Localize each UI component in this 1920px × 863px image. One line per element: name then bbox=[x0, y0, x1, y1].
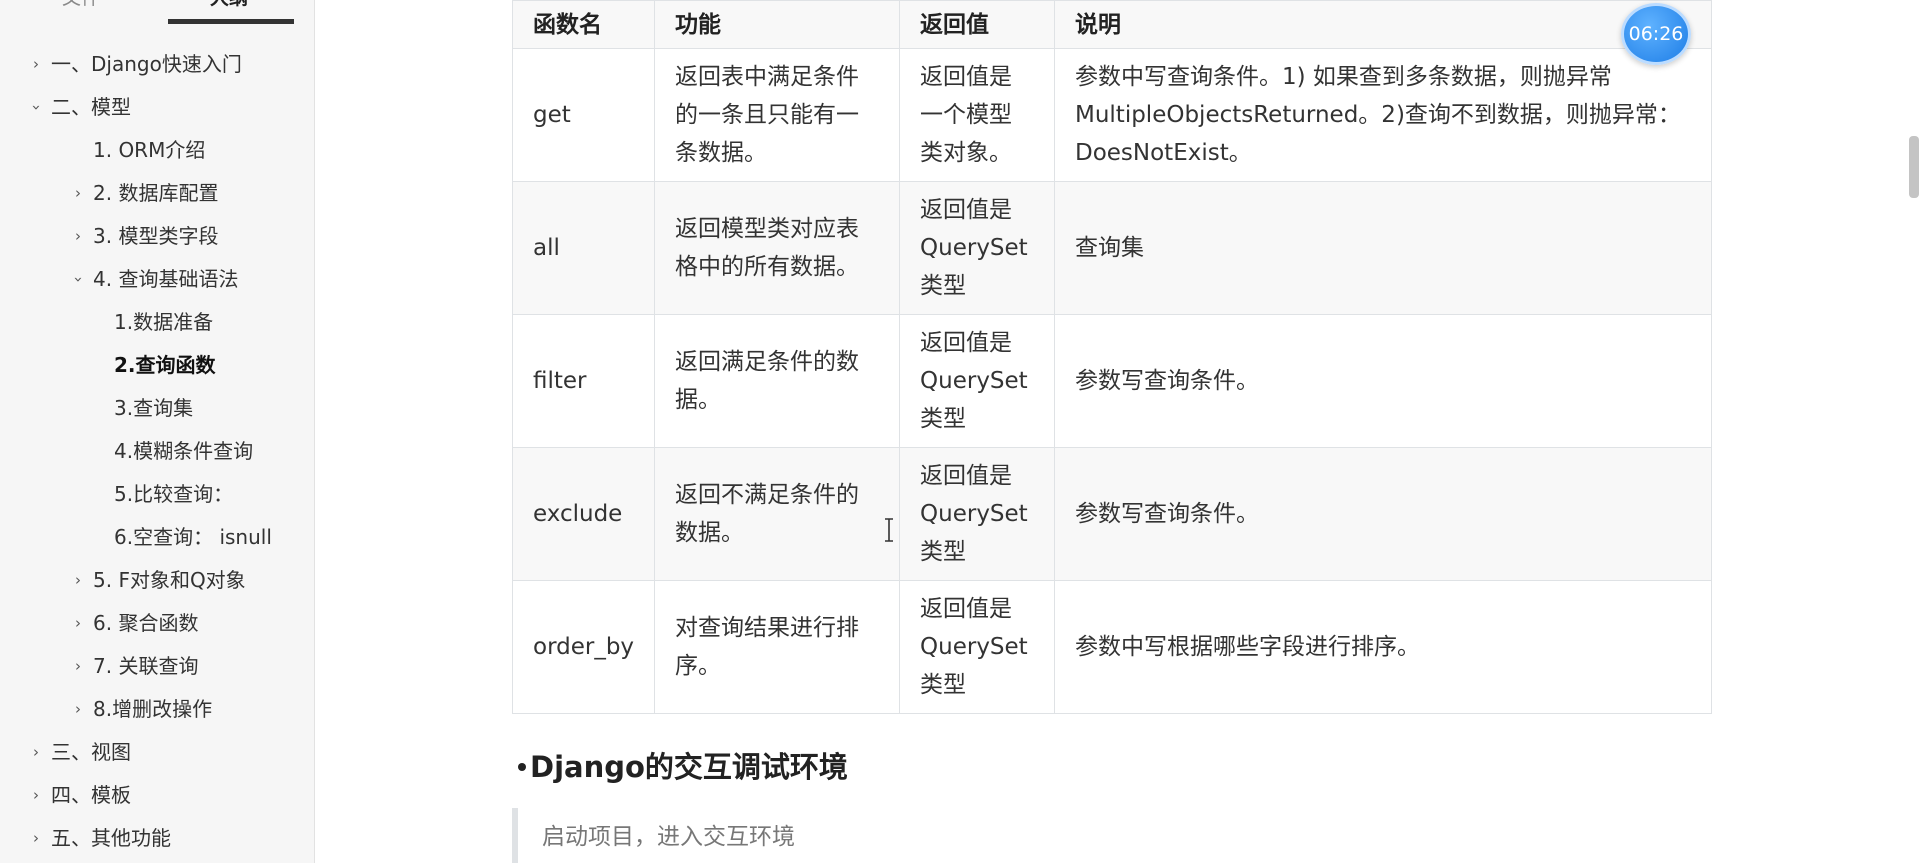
chevron-right-icon[interactable]: › bbox=[29, 817, 43, 860]
outline-item-label: 1.数据准备 bbox=[114, 310, 214, 334]
outline-item-label: 4.模糊条件查询 bbox=[114, 439, 254, 463]
blockquote-text: 启动项目，进入交互环境 bbox=[542, 824, 795, 850]
outline-item-label: 2. 数据库配置 bbox=[93, 181, 219, 205]
section-heading: Django的交互调试环境 bbox=[518, 745, 848, 789]
cell-function-desc[interactable]: 返回模型类对应表格中的所有数据。 bbox=[654, 181, 901, 315]
outline-item-label: 四、模板 bbox=[51, 783, 131, 807]
outline-item[interactable]: › 6. 聚合函数 bbox=[0, 602, 314, 645]
outline-item[interactable]: › 五、其他功能 bbox=[0, 817, 314, 860]
outline-item[interactable]: 5.比较查询： bbox=[0, 473, 314, 516]
cell-return-value[interactable]: 返回值是QuerySet类型 bbox=[899, 314, 1055, 448]
outline-item[interactable]: › 7. 关联查询 bbox=[0, 645, 314, 688]
outline-item-label: 8.增删改操作 bbox=[93, 697, 213, 721]
table-row: get 返回表中满足条件的一条且只能有一条数据。 返回值是一个模型类对象。 参数… bbox=[511, 48, 1713, 182]
sidebar-tabs: 文件 大纲 bbox=[0, 0, 314, 24]
cell-notes[interactable]: 参数写查询条件。 bbox=[1053, 447, 1713, 581]
outline-item-label: 6. 聚合函数 bbox=[93, 611, 199, 635]
cell-return-value[interactable]: 返回值是QuerySet类型 bbox=[899, 447, 1055, 581]
header-cell: 函数名 bbox=[511, 0, 656, 49]
chevron-right-icon[interactable]: › bbox=[29, 43, 43, 86]
outline-item-label: 7. 关联查询 bbox=[93, 654, 199, 678]
outline-item-label: 一、Django快速入门 bbox=[51, 52, 242, 76]
chevron-right-icon[interactable]: › bbox=[71, 559, 85, 602]
cell-return-value[interactable]: 返回值是QuerySet类型 bbox=[899, 580, 1055, 714]
outline-item[interactable]: › 5. F对象和Q对象 bbox=[0, 559, 314, 602]
chevron-right-icon[interactable]: › bbox=[71, 688, 85, 731]
outline-item[interactable]: › 四、模板 bbox=[0, 774, 314, 817]
scrollbar-thumb[interactable] bbox=[1909, 136, 1919, 198]
outline-item[interactable]: 1.数据准备 bbox=[0, 301, 314, 344]
outline-item-label: 3.查询集 bbox=[114, 396, 194, 420]
section-heading-text: Django的交互调试环境 bbox=[530, 750, 848, 784]
outline-item-label: 2.查询函数 bbox=[114, 353, 216, 377]
outline-item[interactable]: 3.查询集 bbox=[0, 387, 314, 430]
outline-item[interactable]: 1. ORM介绍 bbox=[0, 129, 314, 172]
outline-item[interactable]: › 二、模型 bbox=[0, 86, 314, 129]
chevron-right-icon[interactable]: › bbox=[29, 774, 43, 817]
query-functions-table: 函数名 功能 返回值 说明 get 返回表中满足条件的一条且只能有一条数据。 返… bbox=[511, 0, 1713, 714]
table-row: filter 返回满足条件的数据。 返回值是QuerySet类型 参数写查询条件… bbox=[511, 314, 1713, 448]
tab-outline[interactable]: 大纲 bbox=[210, 0, 248, 10]
tab-files[interactable]: 文件 bbox=[62, 0, 100, 10]
cell-function-name[interactable]: all bbox=[511, 181, 656, 315]
header-cell: 功能 bbox=[654, 0, 901, 49]
outline-item-label: 4. 查询基础语法 bbox=[93, 267, 239, 291]
table-row: order_by 对查询结果进行排序。 返回值是QuerySet类型 参数中写根… bbox=[511, 580, 1713, 714]
outline-item-label: 五、其他功能 bbox=[51, 826, 171, 850]
cell-function-desc[interactable]: 对查询结果进行排序。 bbox=[654, 580, 901, 714]
bullet-icon bbox=[518, 763, 526, 771]
app-window: 文件 大纲 › 一、Django快速入门 › 二、模型 1. ORM介绍 › 2… bbox=[0, 0, 1920, 863]
outline-item[interactable]: 6.空查询： isnull bbox=[0, 516, 314, 559]
table-row: exclude 返回不满足条件的数据。 返回值是QuerySet类型 参数写查询… bbox=[511, 447, 1713, 581]
chevron-right-icon[interactable]: › bbox=[71, 645, 85, 688]
outline-item-label: 5.比较查询： bbox=[114, 482, 234, 506]
blockquote: 启动项目，进入交互环境 bbox=[512, 808, 1712, 863]
outline-sidebar: 文件 大纲 › 一、Django快速入门 › 二、模型 1. ORM介绍 › 2… bbox=[0, 0, 315, 863]
chevron-right-icon[interactable]: › bbox=[29, 731, 43, 774]
cell-function-name[interactable]: filter bbox=[511, 314, 656, 448]
outline-tree: › 一、Django快速入门 › 二、模型 1. ORM介绍 › 2. 数据库配… bbox=[0, 43, 314, 860]
cell-return-value[interactable]: 返回值是一个模型类对象。 bbox=[899, 48, 1055, 182]
outline-item[interactable]: › 8.增删改操作 bbox=[0, 688, 314, 731]
outline-item-label: 6.空查询： isnull bbox=[114, 525, 272, 549]
cell-notes[interactable]: 查询集 bbox=[1053, 181, 1713, 315]
outline-item-label: 5. F对象和Q对象 bbox=[93, 568, 246, 592]
table-header-row: 函数名 功能 返回值 说明 bbox=[511, 0, 1713, 49]
outline-item[interactable]: 4.模糊条件查询 bbox=[0, 430, 314, 473]
text-cursor-icon bbox=[885, 518, 893, 542]
cell-notes[interactable]: 参数中写查询条件。1) 如果查到多条数据，则抛异常MultipleObjects… bbox=[1053, 48, 1713, 182]
header-cell: 返回值 bbox=[899, 0, 1055, 49]
timer-text: 06:26 bbox=[1628, 23, 1684, 45]
cell-function-desc[interactable]: 返回满足条件的数据。 bbox=[654, 314, 901, 448]
chevron-right-icon[interactable]: › bbox=[71, 172, 85, 215]
recording-timer[interactable]: 06:26 bbox=[1621, 3, 1691, 65]
cell-function-name[interactable]: exclude bbox=[511, 447, 656, 581]
document-content[interactable]: 函数名 功能 返回值 说明 get 返回表中满足条件的一条且只能有一条数据。 返… bbox=[316, 0, 1920, 863]
outline-item-active[interactable]: 2.查询函数 bbox=[0, 344, 314, 387]
cell-return-value[interactable]: 返回值是QuerySet类型 bbox=[899, 181, 1055, 315]
cell-notes[interactable]: 参数写查询条件。 bbox=[1053, 314, 1713, 448]
cell-function-desc[interactable]: 返回表中满足条件的一条且只能有一条数据。 bbox=[654, 48, 901, 182]
active-tab-indicator bbox=[168, 19, 294, 24]
outline-item[interactable]: › 3. 模型类字段 bbox=[0, 215, 314, 258]
outline-item[interactable]: › 三、视图 bbox=[0, 731, 314, 774]
outline-item-label: 三、视图 bbox=[51, 740, 131, 764]
outline-item-label: 二、模型 bbox=[51, 95, 131, 119]
chevron-right-icon[interactable]: › bbox=[71, 215, 85, 258]
table-row: all 返回模型类对应表格中的所有数据。 返回值是QuerySet类型 查询集 bbox=[511, 181, 1713, 315]
cell-function-name[interactable]: get bbox=[511, 48, 656, 182]
cell-function-desc[interactable]: 返回不满足条件的数据。 bbox=[654, 447, 901, 581]
cell-function-name[interactable]: order_by bbox=[511, 580, 656, 714]
outline-item[interactable]: › 2. 数据库配置 bbox=[0, 172, 314, 215]
outline-item[interactable]: › 4. 查询基础语法 bbox=[0, 258, 314, 301]
cell-notes[interactable]: 参数中写根据哪些字段进行排序。 bbox=[1053, 580, 1713, 714]
outline-item-label: 3. 模型类字段 bbox=[93, 224, 219, 248]
outline-item[interactable]: › 一、Django快速入门 bbox=[0, 43, 314, 86]
outline-item-label: 1. ORM介绍 bbox=[93, 138, 206, 162]
chevron-right-icon[interactable]: › bbox=[71, 602, 85, 645]
header-cell: 说明 bbox=[1053, 0, 1713, 49]
